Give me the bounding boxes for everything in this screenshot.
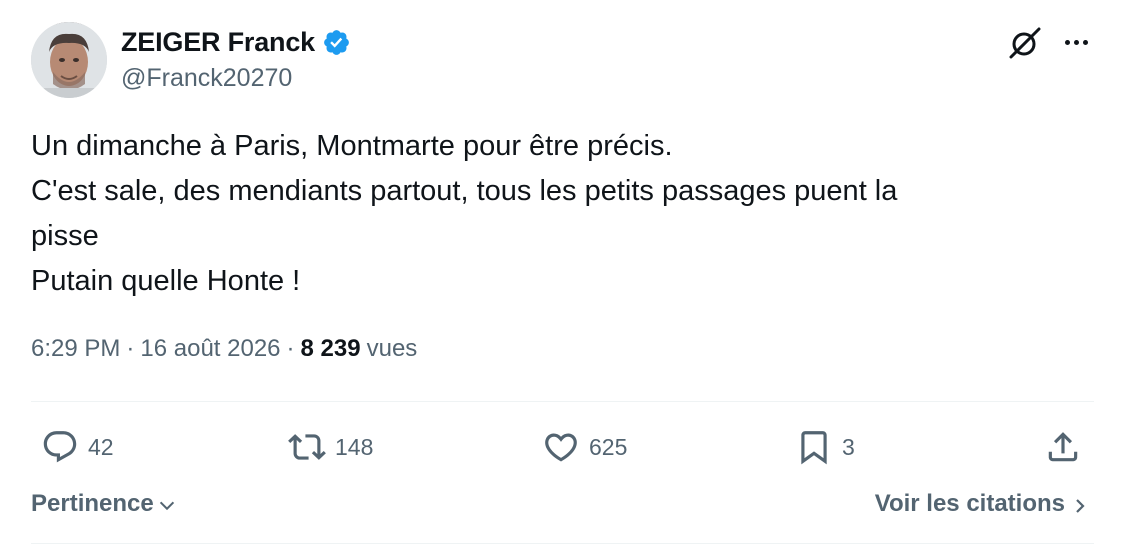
avatar-image: [31, 22, 107, 98]
tweet-line: Un dimanche à Paris, Montmarte pour être…: [31, 130, 673, 162]
chevron-right-icon: [1076, 498, 1085, 513]
more-dot: [1064, 39, 1070, 45]
share-icon: [1048, 432, 1078, 462]
tweet-time[interactable]: 6:29 PM: [31, 335, 120, 363]
retweet-icon: [288, 434, 326, 460]
bookmark-count: 3: [842, 433, 855, 460]
display-name[interactable]: ZEIGER Franck: [121, 27, 315, 58]
like-count: 625: [589, 433, 628, 460]
views-label[interactable]: vues: [367, 335, 418, 363]
tweet-line: pisse: [31, 220, 99, 252]
chevron-down-icon: [159, 501, 174, 511]
divider: [31, 401, 1094, 402]
meta-separator: ·: [286, 335, 295, 362]
more-dot: [1073, 39, 1079, 45]
like-icon: [545, 433, 577, 462]
tweet-text: Un dimanche à Paris, Montmarte pour être…: [31, 124, 1091, 304]
tweet-line: Putain quelle Honte !: [31, 265, 301, 297]
retweet-button[interactable]: 148: [288, 428, 373, 466]
tweet-date[interactable]: 16 août 2026: [140, 335, 280, 363]
grok-icon[interactable]: [1006, 24, 1044, 62]
meta-separator: ·: [126, 335, 135, 362]
sort-label: Pertinence: [31, 490, 154, 517]
reply-count: 42: [88, 433, 114, 460]
bookmark-button[interactable]: 3: [795, 428, 855, 466]
reply-icon: [43, 431, 77, 463]
avatar[interactable]: [31, 22, 107, 98]
retweet-count: 148: [335, 433, 374, 460]
sort-dropdown[interactable]: Pertinence: [31, 490, 178, 518]
divider: [31, 543, 1094, 544]
handle[interactable]: @Franck20270: [121, 64, 351, 93]
views-count[interactable]: 8 239: [301, 335, 361, 363]
bookmark-icon: [801, 431, 827, 465]
verified-badge-icon[interactable]: [322, 28, 351, 57]
reply-button[interactable]: 42: [41, 428, 114, 466]
name-row: ZEIGER Franck: [121, 26, 351, 58]
tweet-line: C'est sale, des mendiants partout, tous …: [31, 175, 898, 207]
more-icon[interactable]: [1058, 28, 1094, 56]
share-button[interactable]: [1044, 428, 1082, 466]
tweet-detail: ZEIGER Franck @Franck20270 Un dimanche à…: [0, 0, 1123, 545]
view-quotes-link[interactable]: Voir les citations: [875, 490, 1089, 518]
like-button[interactable]: 625: [542, 428, 627, 466]
user-block: ZEIGER Franck @Franck20270: [121, 26, 351, 93]
tweet-meta: 6:29 PM · 16 août 2026 · 8 239 vues: [31, 335, 417, 363]
quotes-label: Voir les citations: [874, 490, 1065, 517]
more-dot: [1082, 39, 1088, 45]
